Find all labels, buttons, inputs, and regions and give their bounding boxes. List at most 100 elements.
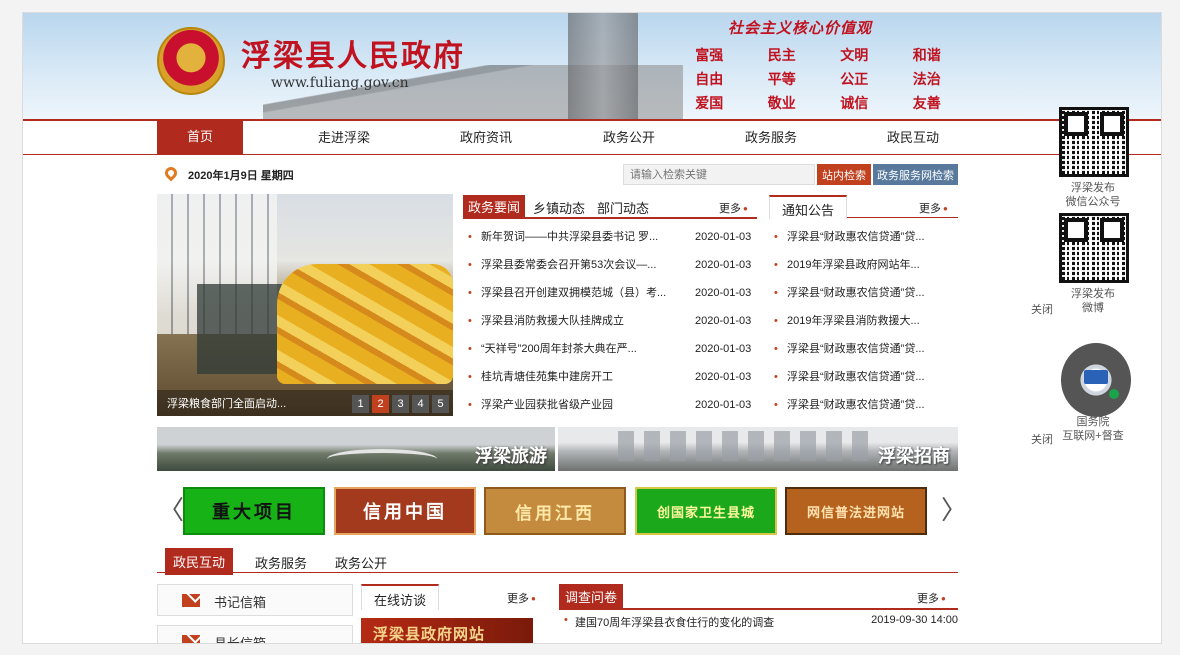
notice-title[interactable]: 2019年浮梁县消防救援大...	[787, 307, 947, 335]
notice-title[interactable]: 2019年浮梁县政府网站年...	[787, 251, 947, 279]
news-slideshow[interactable]: 浮梁粮食部门全面启动... 1 2 3 4 5	[157, 194, 453, 416]
search-input[interactable]	[623, 164, 815, 185]
news-title[interactable]: 桂坑青塘佳苑集中建房开工	[481, 363, 671, 391]
news-title[interactable]: 浮梁县委常委会召开第53次会议—...	[481, 251, 671, 279]
mailbox-label: 书记信箱	[214, 595, 267, 610]
tab-notice[interactable]: 通知公告	[769, 195, 848, 219]
news-date: 2020-01-03	[695, 371, 752, 383]
investment-banner[interactable]: 浮梁招商	[558, 427, 958, 471]
core-values-grid: 富强 民主 文明 和谐 自由 平等 公正 法治 爱国 敬业 诚信 友善	[673, 45, 963, 113]
survey-more-link[interactable]: 更多	[917, 590, 946, 606]
survey-title[interactable]: 建国70周年浮梁县衣食住行的变化的调查	[575, 614, 774, 630]
investment-banner-label: 浮梁招商	[878, 446, 950, 467]
tab-town-news[interactable]: 乡镇动态	[533, 198, 585, 217]
site-search-button[interactable]: 站内检索	[817, 164, 871, 185]
news-title[interactable]: “天祥号”200周年封茶大典在严...	[481, 335, 671, 363]
close-gov-panel-link[interactable]: 关闭	[1031, 431, 1053, 447]
notice-title[interactable]: 浮梁县“财政惠农信贷通”贷...	[787, 363, 947, 391]
news-date: 2020-01-03	[695, 399, 752, 411]
slide-page-button[interactable]: 1	[352, 395, 369, 413]
news-title[interactable]: 浮梁县召开创建双拥模范城（县）考...	[481, 279, 671, 307]
tourism-banner[interactable]: 浮梁旅游	[157, 427, 555, 471]
core-value: 文明	[840, 48, 869, 64]
list-item[interactable]: 桂坑青塘佳苑集中建房开工 2020-01-03	[463, 363, 757, 391]
slide-page-button[interactable]: 4	[412, 395, 429, 413]
tab-online-interview[interactable]: 在线访谈	[361, 584, 440, 610]
tab-dept-news[interactable]: 部门动态	[597, 198, 649, 217]
tab-services[interactable]: 政务服务	[255, 553, 307, 572]
browser-page: 浮梁县人民政府 www.fuliang.gov.cn 社会主义核心价值观 富强 …	[22, 12, 1162, 644]
notice-title[interactable]: 浮梁县“财政惠农信贷通”贷...	[787, 391, 947, 419]
interview-more-link[interactable]: 更多	[507, 590, 536, 606]
site-banner: 浮梁县人民政府 www.fuliang.gov.cn 社会主义核心价值观 富强 …	[23, 13, 1161, 119]
notice-more-link[interactable]: 更多	[919, 200, 948, 216]
nav-item-open-gov[interactable]: 政务公开	[603, 127, 655, 161]
notice-title[interactable]: 浮梁县“财政惠农信贷通”贷...	[787, 279, 947, 307]
slide-page-button[interactable]: 3	[392, 395, 409, 413]
interview-image-text: 浮梁县政府网站	[373, 625, 486, 643]
news-title[interactable]: 浮梁产业园获批省级产业园	[481, 391, 671, 419]
notice-title[interactable]: 浮梁县“财政惠农信贷通”贷...	[787, 223, 947, 251]
city-skyline-image	[618, 431, 868, 461]
weibo-qr-code[interactable]	[1059, 213, 1129, 283]
list-item[interactable]: 浮梁县“财政惠农信贷通”贷...	[769, 279, 958, 307]
list-item[interactable]: 新年贺词——中共浮梁县委书记 罗... 2020-01-03	[463, 223, 757, 251]
site-title[interactable]: 浮梁县人民政府	[241, 31, 465, 75]
carousel-prev-button[interactable]: 〈	[158, 497, 184, 523]
core-value: 自由	[695, 72, 724, 88]
news-title[interactable]: 新年贺词——中共浮梁县委书记 罗...	[481, 223, 671, 251]
bottom-tabs: 政民互动 政务服务 政务公开	[157, 548, 958, 575]
nav-item-home[interactable]: 首页	[157, 119, 243, 155]
nav-item-interaction[interactable]: 政民互动	[887, 127, 939, 161]
link-cyber-law[interactable]: 网信普法进网站	[785, 487, 927, 535]
news-more-link[interactable]: 更多	[719, 200, 748, 216]
link-credit-china[interactable]: 信用中国	[334, 487, 476, 535]
list-item[interactable]: “天祥号”200周年封茶大典在严... 2020-01-03	[463, 335, 757, 363]
news-list: 新年贺词——中共浮梁县委书记 罗... 2020-01-03 浮梁县委常委会召开第…	[463, 223, 757, 419]
wechat-qr-code[interactable]	[1059, 107, 1129, 177]
core-values-title: 社会主义核心价值观	[728, 19, 873, 37]
wechat-label: 浮梁发布 微信公众号	[1065, 182, 1121, 208]
carousel-next-button[interactable]: 〉	[941, 497, 967, 523]
slide-caption[interactable]: 浮梁粮食部门全面启动...	[167, 395, 286, 411]
secretary-mailbox-button[interactable]: 书记信箱	[157, 584, 353, 616]
list-item[interactable]: 浮梁县“财政惠农信贷通”贷...	[769, 223, 958, 251]
slide-grain-sacks-image	[277, 264, 453, 384]
slide-page-button-active[interactable]: 2	[372, 395, 389, 413]
core-value: 友善	[912, 96, 941, 112]
current-date: 2020年1月9日 星期四	[188, 170, 294, 182]
slide-page-button[interactable]: 5	[432, 395, 449, 413]
main-nav: 首页 走进浮梁 政府资讯 政务公开 政务服务 政民互动	[23, 119, 1161, 155]
state-council-qr-code[interactable]	[1061, 343, 1131, 417]
core-value: 富强	[695, 48, 724, 64]
link-major-projects[interactable]: 重大项目	[183, 487, 325, 535]
nav-item-services[interactable]: 政务服务	[745, 127, 797, 161]
interview-image[interactable]: 浮梁县政府网站	[361, 618, 533, 643]
list-item[interactable]: 2019年浮梁县政府网站年...	[769, 251, 958, 279]
tab-open-gov[interactable]: 政务公开	[335, 553, 387, 572]
list-item[interactable]: 浮梁县“财政惠农信贷通”贷...	[769, 391, 958, 419]
list-item[interactable]: 浮梁产业园获批省级产业园 2020-01-03	[463, 391, 757, 419]
link-national-health-county[interactable]: 创国家卫生县城	[635, 487, 777, 535]
list-item[interactable]: 浮梁县“财政惠农信贷通”贷...	[769, 335, 958, 363]
core-value: 法治	[912, 72, 941, 88]
core-value: 敬业	[767, 96, 796, 112]
close-side-panel-link[interactable]: 关闭	[1031, 301, 1053, 317]
list-item[interactable]: 浮梁县消防救援大队挂牌成立 2020-01-03	[463, 307, 757, 335]
tab-interaction[interactable]: 政民互动	[165, 548, 234, 575]
news-title[interactable]: 浮梁县消防救援大队挂牌成立	[481, 307, 671, 335]
tab-survey[interactable]: 调查问卷	[559, 584, 624, 609]
core-value: 爱国	[695, 96, 724, 112]
county-head-mailbox-button[interactable]: 县长信箱	[157, 625, 353, 643]
gov-service-search-button[interactable]: 政务服务网检索	[873, 164, 958, 185]
link-credit-jiangxi[interactable]: 信用江西	[484, 487, 626, 535]
list-item[interactable]: 2019年浮梁县消防救援大...	[769, 307, 958, 335]
location-pin-icon	[162, 164, 180, 182]
list-item[interactable]: 浮梁县“财政惠农信贷通”贷...	[769, 363, 958, 391]
tab-gov-news[interactable]: 政务要闻	[463, 195, 526, 218]
notice-title[interactable]: 浮梁县“财政惠农信贷通”贷...	[787, 335, 947, 363]
nav-item-about[interactable]: 走进浮梁	[318, 127, 370, 161]
list-item[interactable]: 浮梁县委常委会召开第53次会议—... 2020-01-03	[463, 251, 757, 279]
nav-item-news[interactable]: 政府资讯	[460, 127, 512, 161]
list-item[interactable]: 浮梁县召开创建双拥模范城（县）考... 2020-01-03	[463, 279, 757, 307]
